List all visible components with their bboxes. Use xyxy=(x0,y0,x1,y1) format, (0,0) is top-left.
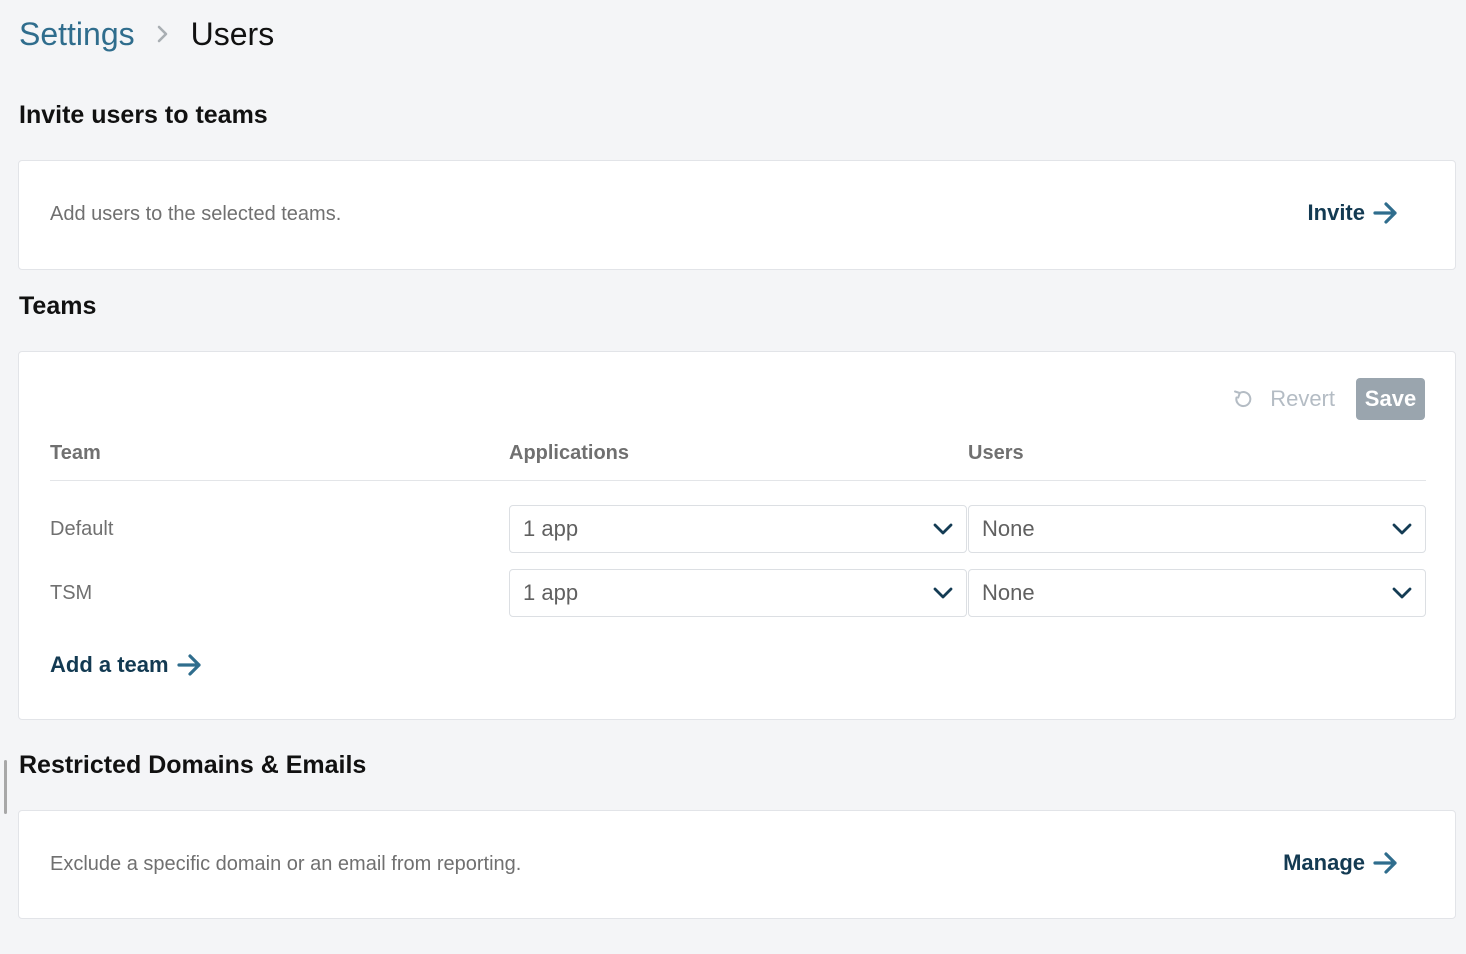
team-name-tsm: TSM xyxy=(50,582,93,604)
users-select-default[interactable]: None xyxy=(968,505,1426,553)
add-team-label: Add a team xyxy=(50,652,169,677)
breadcrumb: Settings Users xyxy=(19,12,274,56)
chevron-down-icon xyxy=(1392,587,1412,599)
column-header-users: Users xyxy=(968,442,1024,464)
restricted-description: Exclude a specific domain or an email fr… xyxy=(50,853,522,875)
users-select-value: None xyxy=(982,516,1035,541)
chevron-down-icon xyxy=(933,523,953,535)
chevron-right-icon xyxy=(157,25,169,43)
invite-section-title: Invite users to teams xyxy=(19,101,268,129)
revert-button[interactable]: Revert xyxy=(1232,386,1335,412)
column-header-team: Team xyxy=(50,442,101,464)
teams-toolbar: Revert Save xyxy=(1232,378,1425,420)
team-name-default: Default xyxy=(50,518,114,540)
manage-link-label: Manage xyxy=(1283,850,1365,875)
applications-select-value: 1 app xyxy=(523,580,579,605)
revert-icon xyxy=(1234,390,1252,408)
scrollbar-handle[interactable] xyxy=(4,760,7,814)
restricted-section-title: Restricted Domains & Emails xyxy=(19,751,367,779)
users-select-tsm[interactable]: None xyxy=(968,569,1426,617)
breadcrumb-settings-link[interactable]: Settings xyxy=(19,16,135,53)
invite-card: Add users to the selected teams. Invite xyxy=(18,160,1456,270)
invite-description: Add users to the selected teams. xyxy=(50,203,342,225)
page-title: Users xyxy=(190,15,275,52)
arrow-right-icon xyxy=(1373,852,1397,874)
teams-section-title: Teams xyxy=(19,292,97,320)
chevron-down-icon xyxy=(933,587,953,599)
save-button[interactable]: Save xyxy=(1356,378,1425,420)
applications-select-default[interactable]: 1 app xyxy=(509,505,967,553)
arrow-right-icon xyxy=(176,654,201,676)
column-header-applications: Applications xyxy=(509,442,630,464)
invite-link[interactable]: Invite xyxy=(1308,200,1399,226)
teams-table-header: Team Applications Users xyxy=(50,442,1426,481)
add-team-link[interactable]: Add a team xyxy=(50,652,203,678)
revert-label: Revert xyxy=(1270,386,1335,411)
manage-link[interactable]: Manage xyxy=(1283,850,1399,876)
teams-card: Revert Save Team Applications Users Defa… xyxy=(18,351,1456,720)
arrow-right-icon xyxy=(1373,202,1397,224)
users-select-value: None xyxy=(982,580,1035,605)
applications-select-value: 1 app xyxy=(523,516,579,541)
restricted-card: Exclude a specific domain or an email fr… xyxy=(18,810,1456,919)
invite-link-label: Invite xyxy=(1307,200,1365,225)
applications-select-tsm[interactable]: 1 app xyxy=(509,569,967,617)
chevron-down-icon xyxy=(1392,523,1412,535)
